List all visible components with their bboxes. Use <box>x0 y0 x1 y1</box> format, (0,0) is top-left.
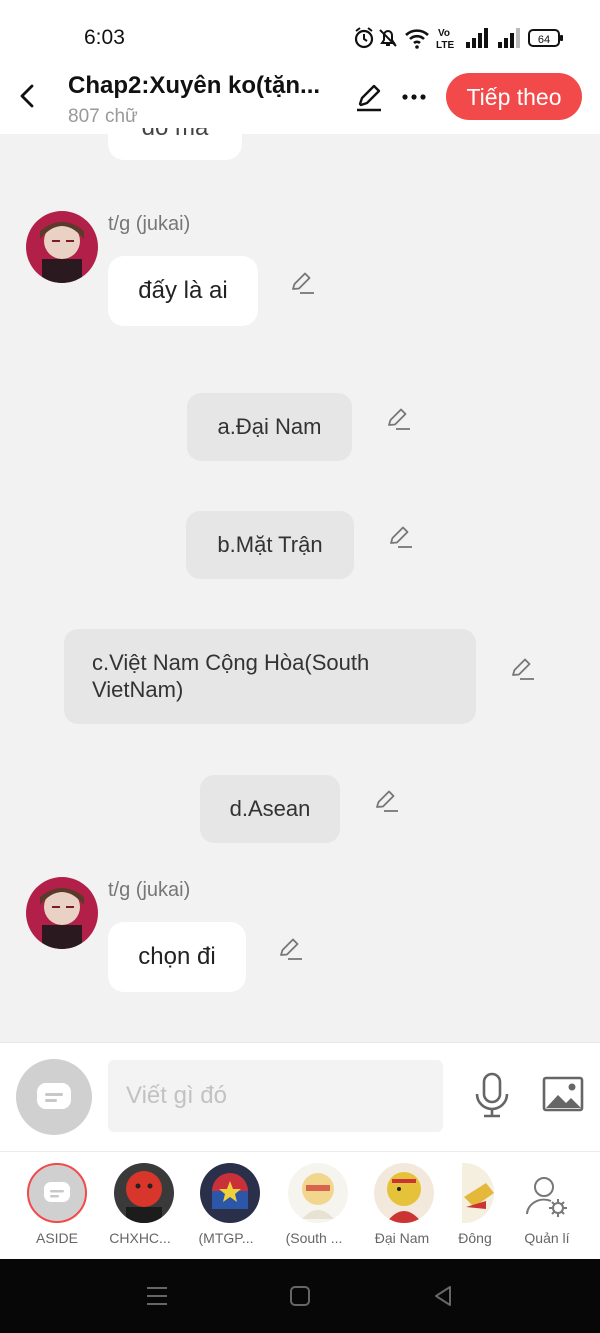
character-image <box>374 1163 434 1223</box>
avatar[interactable] <box>26 211 98 283</box>
wifi-icon <box>405 29 429 49</box>
more-icon[interactable] <box>400 86 428 108</box>
word-count: 807 chữ <box>68 106 138 127</box>
aside-chat-icon <box>37 1083 71 1109</box>
choice-option[interactable]: b.Mặt Trận <box>186 511 354 579</box>
message-input[interactable] <box>108 1060 443 1132</box>
partial-message-bubble: đó mà <box>108 128 242 160</box>
character-label: ASIDE <box>35 1230 78 1246</box>
character-avatar[interactable] <box>374 1163 434 1223</box>
edit-choice-icon[interactable] <box>509 656 535 682</box>
battery-level: 64 <box>538 34 550 46</box>
character-image <box>114 1163 174 1223</box>
message-bubble[interactable]: chọn đi <box>108 922 246 992</box>
next-button[interactable]: Tiếp theo <box>446 73 582 120</box>
character-image <box>288 1163 348 1223</box>
character-label: Đông <box>458 1230 492 1246</box>
character-avatar[interactable] <box>200 1163 260 1223</box>
sender-name: t/g (jukai) <box>108 213 191 235</box>
choice-option[interactable]: d.Asean <box>200 775 340 843</box>
character-label: (MTGP... <box>198 1230 254 1246</box>
signal-icon-2 <box>498 28 520 48</box>
edit-message-icon[interactable] <box>277 936 303 962</box>
character-image <box>200 1163 260 1223</box>
chapter-title: Chap2:Xuyên ko(tặn... <box>68 72 321 99</box>
aside-chat-icon <box>44 1182 70 1202</box>
mute-bell-icon <box>379 29 397 47</box>
home-icon[interactable] <box>290 1286 310 1306</box>
menu-icon[interactable] <box>146 1286 168 1306</box>
edit-choice-icon[interactable] <box>385 406 411 432</box>
back-arrow-icon[interactable] <box>14 82 42 110</box>
avatar[interactable] <box>26 877 98 949</box>
edit-pencil-icon[interactable] <box>354 82 384 112</box>
manage-characters-icon[interactable] <box>524 1174 570 1220</box>
edit-choice-icon[interactable] <box>387 524 413 550</box>
microphone-icon[interactable] <box>474 1072 510 1118</box>
message-bubble[interactable]: đấy là ai <box>108 256 258 326</box>
character-avatar[interactable] <box>114 1163 174 1223</box>
signal-icon <box>466 28 488 48</box>
character-avatar[interactable] <box>288 1163 348 1223</box>
manage-label[interactable]: Quản lí <box>505 1230 589 1246</box>
image-icon[interactable] <box>542 1076 584 1112</box>
partial-message-text: đó mà <box>108 128 242 142</box>
battery-icon: 64 <box>528 29 563 47</box>
author-avatar-image <box>26 211 98 283</box>
choice-option[interactable]: c.Việt Nam Cộng Hòa(South VietNam) <box>64 629 476 724</box>
alarm-icon <box>354 27 374 49</box>
character-label: (South ... <box>285 1230 343 1246</box>
character-aside[interactable] <box>27 1163 87 1223</box>
character-label: Đại Nam <box>374 1230 430 1246</box>
choice-option[interactable]: a.Đại Nam <box>187 393 352 461</box>
sender-name: t/g (jukai) <box>108 879 191 901</box>
volte-icon: Vo LTE <box>436 28 454 51</box>
svg-text:LTE: LTE <box>436 40 454 51</box>
author-avatar-image <box>26 877 98 949</box>
back-nav-icon[interactable] <box>432 1285 454 1307</box>
svg-text:Vo: Vo <box>438 28 450 39</box>
aside-toggle-button[interactable] <box>16 1059 92 1135</box>
edit-message-icon[interactable] <box>289 270 315 296</box>
edit-choice-icon[interactable] <box>373 788 399 814</box>
character-label: CHXHC... <box>109 1230 171 1246</box>
status-time: 6:03 <box>84 26 125 49</box>
